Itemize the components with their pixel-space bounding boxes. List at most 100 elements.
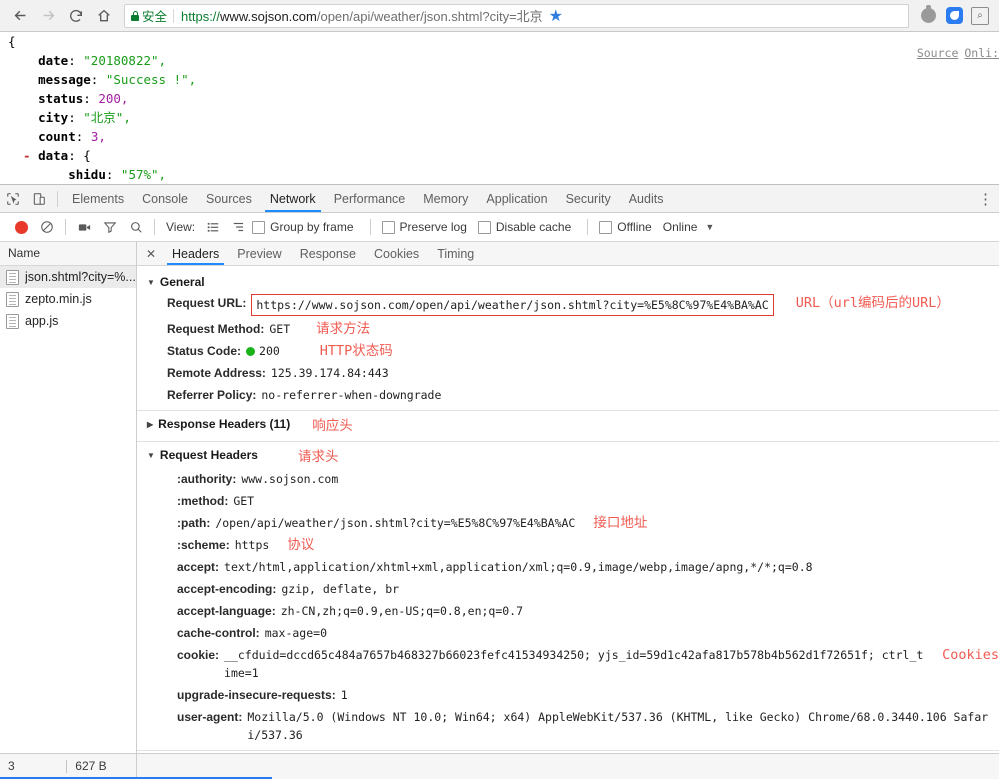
request-header-row: upgrade-insecure-requests: 1 [137, 684, 999, 706]
devtools-tab-security[interactable]: Security [557, 186, 620, 212]
disable-cache-label: Disable cache [495, 220, 572, 234]
forward-icon[interactable] [34, 2, 62, 30]
request-headers-list: :authority: www.sojson.com:method: GET:pat… [137, 468, 999, 746]
devtools-tabbar: Elements Console Sources Network Performance… [0, 185, 999, 213]
list-view-icon[interactable] [200, 214, 226, 240]
request-header-name: :scheme: [177, 538, 230, 552]
request-header-value: Mozilla/5.0 (Windows NT 10.0; Win64; x64… [247, 710, 989, 742]
capture-screenshots-icon[interactable] [71, 214, 97, 240]
detail-subtab-timing[interactable]: Timing [428, 243, 483, 265]
devtools-tab-list: Elements Console Sources Network Performance… [63, 186, 672, 212]
remote-address-value: 125.39.174.84:443 [270, 366, 389, 380]
json-key: message [38, 72, 91, 87]
request-header-name: :authority: [177, 472, 237, 486]
json-collapse-toggle[interactable]: - [8, 148, 38, 163]
request-header-row: user-agent: Mozilla/5.0 (Windows NT 10.0;… [137, 706, 999, 746]
request-header-value: /open/api/weather/json.shtml?city=%E5%8C… [215, 516, 576, 530]
request-headers-section-header[interactable]: ▼ Request Headers 请求头 [137, 442, 999, 468]
magnifier-box-icon[interactable]: ⌕ [967, 3, 993, 29]
lock-icon [131, 10, 139, 21]
request-headers-title: Request Headers [159, 448, 258, 462]
json-view-links: Source Onli: [911, 46, 999, 60]
devtools-tab-console[interactable]: Console [133, 186, 197, 212]
request-header-name: accept-language: [177, 604, 276, 618]
request-url-value[interactable]: https://www.sojson.com/open/api/weather/… [251, 294, 774, 316]
request-list-item[interactable]: json.shtml?city=%... [0, 266, 136, 288]
online-link[interactable]: Onli: [964, 46, 999, 60]
devtools-tab-network[interactable]: Network [261, 186, 325, 212]
devtools-tab-sources[interactable]: Sources [197, 186, 261, 212]
reload-icon[interactable] [62, 2, 90, 30]
devtools-tab-memory[interactable]: Memory [414, 186, 477, 212]
devtools-tab-performance[interactable]: Performance [325, 186, 415, 212]
json-value: "20180822", [83, 53, 167, 68]
json-colon: : [90, 72, 106, 87]
devtools-tab-audits[interactable]: Audits [620, 186, 673, 212]
omnibox-divider [173, 8, 175, 23]
status-code-row: Status Code: 200 HTTP状态码 [137, 340, 999, 362]
home-icon[interactable] [90, 2, 118, 30]
name-column-header[interactable]: Name [0, 242, 136, 266]
request-detail-column: ✕ Headers Preview Response Cookies Timing ▼ … [137, 242, 999, 754]
request-name: json.shtml?city=%... [25, 270, 136, 284]
detail-subtabbar: ✕ Headers Preview Response Cookies Timing [137, 242, 999, 266]
referrer-policy-row: Referrer Policy: no-referrer-when-downgr… [137, 384, 999, 406]
disable-cache-checkbox[interactable]: Disable cache [477, 220, 572, 234]
json-key: status [38, 91, 84, 106]
general-section-header[interactable]: ▼ General [137, 272, 999, 292]
general-title: General [159, 275, 205, 289]
detail-subtab-response[interactable]: Response [291, 243, 365, 265]
request-header-value: text/html,application/xhtml+xml,applicat… [224, 560, 813, 574]
search-icon[interactable] [123, 214, 149, 240]
toggle-device-toolbar-icon[interactable] [26, 186, 52, 212]
annotation-cookie: Cookies [942, 647, 999, 663]
star-icon[interactable]: ★ [549, 6, 563, 26]
request-count: 3 requests [8, 759, 15, 773]
devtools-tab-elements[interactable]: Elements [63, 186, 133, 212]
json-value: { [83, 148, 91, 163]
offline-checkbox[interactable]: Offline [599, 220, 652, 234]
tomato-timer-icon[interactable] [915, 3, 941, 29]
json-key: shidu [68, 167, 106, 182]
network-toolbar: View: Group by frame Preserve log Disabl… [0, 213, 999, 242]
online-throttle-label[interactable]: Online [663, 220, 698, 234]
chevron-down-icon[interactable]: ▼ [705, 222, 714, 232]
json-value: "57%", [120, 167, 167, 182]
request-list-item[interactable]: zepto.min.js [0, 288, 136, 310]
request-header-value: https [234, 538, 270, 552]
close-icon[interactable]: ✕ [143, 247, 159, 261]
triangle-right-icon: ▶ [147, 419, 154, 429]
response-headers-section-header[interactable]: ▶ Response Headers (11) 响应头 [137, 411, 999, 437]
request-header-value: 1 [340, 688, 348, 702]
waterfall-view-icon[interactable] [226, 214, 252, 240]
record-button-icon[interactable] [8, 214, 34, 240]
inspect-element-icon[interactable] [0, 186, 26, 212]
annotation-request-headers: 请求头 [297, 449, 339, 465]
json-value: { [8, 34, 16, 49]
devtools-tab-application[interactable]: Application [477, 186, 556, 212]
json-key: date [38, 53, 69, 68]
detail-subtab-headers[interactable]: Headers [163, 243, 228, 265]
json-line: { [0, 32, 999, 51]
preserve-log-checkbox[interactable]: Preserve log [381, 220, 467, 234]
blue-extension-icon[interactable] [941, 3, 967, 29]
request-header-value: GET [233, 494, 255, 508]
group-by-frame-checkbox[interactable]: Group by frame [252, 220, 354, 234]
detail-subtab-preview[interactable]: Preview [228, 243, 290, 265]
json-colon: : [75, 129, 91, 144]
detail-subtab-cookies[interactable]: Cookies [365, 243, 428, 265]
annotation-url: URL（url编码后的URL） [795, 295, 950, 311]
source-link[interactable]: Source [917, 46, 959, 60]
browser-window: 安全 https://www.sojson.com/open/api/weath… [0, 0, 999, 779]
url-scheme: https:// [181, 9, 221, 24]
annotation-request-method: 请求方法 [316, 321, 371, 337]
request-list-item[interactable]: app.js [0, 310, 136, 332]
statusbar-left: 3 requests 627 B tra... [0, 754, 137, 779]
more-options-icon[interactable]: ⋮ [978, 190, 993, 208]
address-bar[interactable]: 安全 https://www.sojson.com/open/api/weath… [124, 3, 909, 28]
document-icon [6, 313, 19, 329]
clear-icon[interactable] [34, 214, 60, 240]
filter-icon[interactable] [97, 214, 123, 240]
annotation-path: 接口地址 [593, 515, 648, 531]
back-icon[interactable] [6, 2, 34, 30]
